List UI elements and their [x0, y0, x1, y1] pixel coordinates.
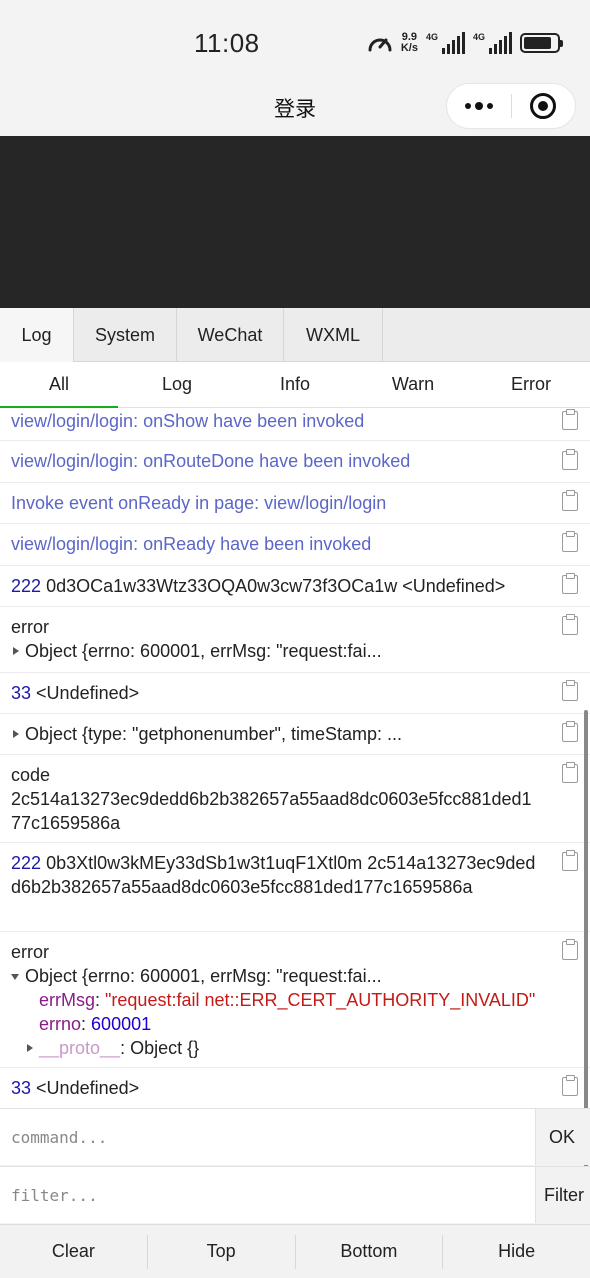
copy-icon[interactable]	[562, 850, 578, 871]
bottom-button[interactable]: Bottom	[296, 1241, 443, 1262]
page-content-area	[0, 136, 590, 308]
tab-wxml[interactable]: WXML	[284, 308, 383, 362]
log-entry: code 2c514a13273ec9dedd6b2b382657a55aad8…	[0, 755, 590, 843]
tab-log[interactable]: Log	[0, 308, 74, 362]
net-speed: 9.9 K/s	[400, 31, 418, 54]
copy-icon[interactable]	[562, 721, 578, 742]
collapse-arrow-icon	[11, 974, 19, 980]
expandable-object[interactable]: Object {type: "getphonenumber", timeStam…	[11, 722, 540, 746]
log-list[interactable]: view/login/login: onShow have been invok…	[0, 408, 590, 1108]
copy-icon[interactable]	[562, 939, 578, 960]
copy-icon[interactable]	[562, 614, 578, 635]
log-entry: 33 <Undefined>	[0, 1068, 590, 1108]
filter-info[interactable]: Info	[236, 362, 354, 407]
copy-icon[interactable]	[562, 680, 578, 701]
filter-button[interactable]: Filter	[535, 1167, 590, 1223]
filter-error[interactable]: Error	[472, 362, 590, 407]
object-property: errMsg: "request:fail net::ERR_CERT_AUTH…	[39, 990, 536, 1010]
expanded-object[interactable]: Object {errno: 600001, errMsg: "request:…	[11, 964, 540, 988]
log-entry-error: error Object {errno: 600001, errMsg: "re…	[0, 932, 590, 1068]
signal-icon-2: 4G	[473, 32, 512, 54]
command-row: OK	[0, 1108, 590, 1165]
status-bar: 11:08 9.9 K/s 4G 4G	[0, 0, 590, 80]
expand-arrow-icon	[13, 730, 19, 738]
filter-input[interactable]	[0, 1167, 535, 1223]
console-toolbar: Clear Top Bottom Hide	[0, 1224, 590, 1278]
command-input[interactable]	[0, 1109, 535, 1165]
filter-row: Filter	[0, 1166, 590, 1223]
log-entry: Object {type: "getphonenumber", timeStam…	[0, 714, 590, 755]
target-icon	[530, 93, 557, 119]
log-entry: view/login/login: onReady have been invo…	[0, 524, 590, 566]
object-property: errno: 600001	[39, 1014, 152, 1034]
status-time: 11:08	[194, 28, 260, 58]
filter-all[interactable]: All	[0, 362, 118, 408]
battery-fill	[524, 37, 552, 49]
tab-system[interactable]: System	[74, 308, 177, 362]
expandable-object[interactable]: Object {errno: 600001, errMsg: "request:…	[11, 639, 540, 663]
console-tabs: Log System WeChat WXML	[0, 308, 590, 362]
log-entry: 33 <Undefined>	[0, 673, 590, 714]
status-icons: 9.9 K/s 4G 4G	[367, 28, 563, 58]
log-entry: view/login/login: onRouteDone have been …	[0, 441, 590, 483]
log-level-filters: All Log Info Warn Error	[0, 362, 590, 408]
nav-bar: 登录	[0, 80, 590, 136]
log-entry: 222 0d3OCa1w33Wtz33OQA0w3cw73f3OCa1w <Un…	[0, 566, 590, 607]
copy-icon[interactable]	[562, 449, 578, 470]
log-entry: Invoke event onReady in page: view/login…	[0, 483, 590, 524]
copy-icon[interactable]	[562, 531, 578, 552]
tab-wechat[interactable]: WeChat	[177, 308, 284, 362]
copy-icon[interactable]	[562, 1075, 578, 1096]
proto-property[interactable]: __proto__: Object {}	[25, 1036, 540, 1060]
menu-capsule	[446, 83, 576, 129]
top-button[interactable]: Top	[148, 1241, 295, 1262]
clear-button[interactable]: Clear	[0, 1241, 147, 1262]
copy-icon[interactable]	[562, 409, 578, 430]
copy-icon[interactable]	[562, 490, 578, 511]
filter-warn[interactable]: Warn	[354, 362, 472, 407]
speedometer-icon	[368, 38, 392, 52]
signal-icon: 4G	[426, 32, 465, 54]
expand-arrow-icon	[27, 1044, 33, 1052]
hide-button[interactable]: Hide	[443, 1241, 590, 1262]
battery-icon	[520, 33, 563, 53]
ok-button[interactable]: OK	[535, 1109, 590, 1165]
log-entry-error: error Object {errno: 600001, errMsg: "re…	[0, 607, 590, 673]
log-entry: 222 0b3Xtl0w3kMEy33dSb1w3t1uqF1Xtl0m 2c5…	[0, 843, 590, 932]
copy-icon[interactable]	[562, 762, 578, 783]
close-miniprogram-button[interactable]	[512, 84, 576, 128]
filter-log[interactable]: Log	[118, 362, 236, 407]
expand-arrow-icon	[13, 647, 19, 655]
log-entry: view/login/login: onShow have been invok…	[0, 408, 590, 441]
copy-icon[interactable]	[562, 573, 578, 594]
more-button[interactable]	[447, 84, 511, 128]
